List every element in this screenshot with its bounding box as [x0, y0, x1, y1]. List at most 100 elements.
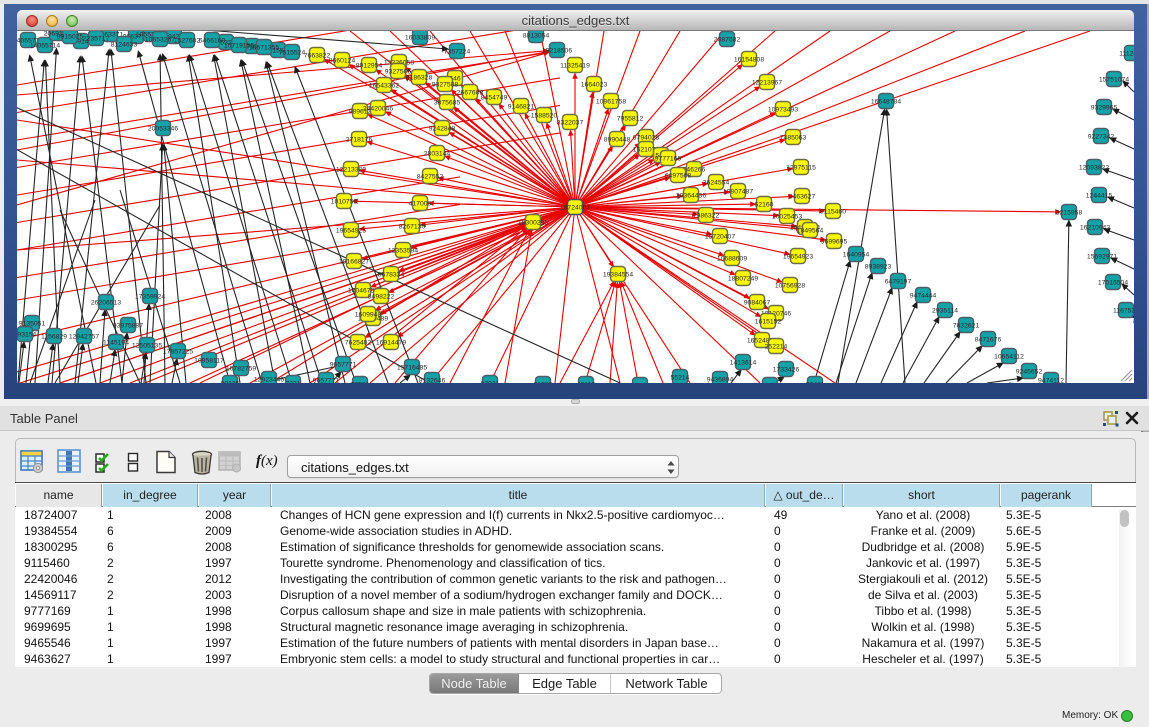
svg-text:12093822: 12093822 — [1079, 164, 1109, 171]
svg-text:73521: 73521 — [351, 381, 370, 383]
svg-text:8813054: 8813054 — [523, 32, 550, 39]
svg-text:7986322: 7986322 — [693, 212, 720, 219]
svg-text:1244415: 1244415 — [1086, 192, 1113, 199]
svg-text:12505135: 12505135 — [132, 342, 162, 349]
svg-text:8660124: 8660124 — [329, 57, 356, 64]
svg-text:16154808: 16154808 — [734, 56, 764, 63]
svg-text:19384554: 19384554 — [603, 271, 633, 278]
svg-text:2087682: 2087682 — [714, 36, 741, 43]
svg-text:8267130: 8267130 — [399, 223, 426, 230]
svg-text:10688609: 10688609 — [717, 255, 747, 262]
svg-text:9329965: 9329965 — [1091, 104, 1118, 111]
svg-text:55214: 55214 — [671, 374, 690, 381]
svg-text:10025453: 10025453 — [772, 213, 802, 220]
svg-text:7955812: 7955812 — [617, 115, 644, 122]
svg-text:9657771: 9657771 — [313, 377, 340, 383]
svg-text:125403: 125403 — [759, 382, 782, 383]
svg-text:417006: 417006 — [409, 200, 432, 207]
svg-text:21393: 21393 — [534, 381, 553, 383]
svg-text:7515524: 7515524 — [279, 49, 306, 56]
svg-text:3624554: 3624554 — [703, 179, 730, 186]
svg-text:10756928: 10756928 — [775, 282, 805, 289]
svg-text:18300295: 18300295 — [518, 219, 548, 226]
svg-text:9146821: 9146821 — [508, 103, 535, 110]
svg-text:7625402: 7625402 — [345, 339, 372, 346]
svg-text:16914479: 16914479 — [376, 339, 406, 346]
svg-text:9436894: 9436894 — [707, 376, 734, 383]
svg-text:8132646: 8132646 — [419, 377, 446, 383]
svg-text:7632621: 7632621 — [953, 322, 980, 329]
svg-text:993154: 993154 — [17, 331, 37, 338]
svg-text:10958117: 10958117 — [194, 357, 224, 364]
svg-text:1010755: 1010755 — [331, 198, 358, 205]
svg-text:9915025: 9915025 — [57, 33, 84, 40]
svg-text:18807249: 18807249 — [728, 275, 758, 282]
svg-text:8990448: 8990448 — [604, 136, 631, 143]
svg-text:9084067: 9084067 — [744, 299, 771, 306]
svg-text:17957225: 17957225 — [163, 348, 193, 355]
svg-text:16543362: 16543362 — [369, 82, 399, 89]
svg-text:19654923: 19654923 — [783, 253, 813, 260]
svg-text:1849564: 1849564 — [797, 227, 824, 234]
svg-text:17016504: 17016504 — [1098, 279, 1128, 286]
svg-text:19166827: 19166827 — [339, 258, 369, 265]
svg-text:9327508: 9327508 — [432, 81, 459, 88]
svg-text:9777169: 9777169 — [655, 155, 682, 162]
svg-text:12923446: 12923446 — [254, 376, 284, 383]
svg-text:8124633: 8124633 — [111, 41, 138, 48]
svg-text:10807487: 10807487 — [723, 188, 753, 195]
svg-text:2718176: 2718176 — [346, 136, 373, 143]
svg-text:6466160: 6466160 — [199, 37, 226, 44]
svg-text:8427552: 8427552 — [417, 173, 444, 180]
svg-text:9227342: 9227342 — [1088, 133, 1115, 140]
svg-text:7663822: 7663822 — [304, 52, 331, 59]
svg-text:2235717: 2235717 — [83, 35, 110, 42]
svg-text:8471676: 8471676 — [975, 336, 1002, 343]
svg-text:8938923: 8938923 — [865, 263, 892, 270]
svg-text:20053346: 20053346 — [148, 125, 178, 132]
svg-text:17359924: 17359924 — [135, 293, 165, 300]
svg-text:9474112: 9474112 — [1038, 377, 1064, 383]
svg-text:12213967: 12213967 — [752, 79, 782, 86]
svg-text:2803144: 2803144 — [424, 150, 451, 157]
svg-text:1733426: 1733426 — [773, 366, 800, 373]
svg-text:12942757: 12942757 — [69, 333, 99, 340]
svg-text:3875685: 3875685 — [434, 99, 461, 106]
svg-text:20364436: 20364436 — [676, 192, 706, 199]
svg-text:1664023: 1664023 — [581, 81, 608, 88]
svg-text:8498222: 8498222 — [368, 293, 395, 300]
svg-text:10654112: 10654112 — [994, 353, 1024, 360]
svg-text:1615152: 1615152 — [755, 318, 782, 325]
svg-text:7357224: 7357224 — [444, 48, 471, 55]
svg-text:93975887: 93975887 — [113, 322, 143, 329]
svg-text:1156829: 1156829 — [41, 333, 67, 340]
svg-text:10973493: 10973493 — [768, 106, 798, 113]
svg-text:19218506: 19218506 — [542, 47, 572, 54]
svg-text:16648784: 16648784 — [871, 98, 901, 105]
svg-text:9115460: 9115460 — [820, 208, 846, 215]
svg-text:8454749: 8454749 — [481, 94, 508, 101]
svg-text:1527602: 1527602 — [174, 37, 201, 44]
svg-text:2935114: 2935114 — [932, 307, 958, 314]
svg-text:3215958: 3215958 — [1056, 209, 1083, 216]
svg-text:2667608: 2667608 — [457, 89, 484, 96]
svg-text:252214: 252214 — [765, 343, 788, 350]
svg-text:9474444: 9474444 — [910, 292, 937, 299]
svg-text:16782759: 16782759 — [226, 365, 256, 372]
svg-text:1609948: 1609948 — [355, 311, 382, 318]
svg-text:1145194: 1145194 — [103, 339, 129, 346]
svg-text:8186328: 8186328 — [406, 74, 433, 81]
svg-text:9242848: 9242848 — [429, 125, 456, 132]
svg-text:52411: 52411 — [806, 381, 825, 383]
svg-text:8912954: 8912954 — [356, 62, 383, 69]
svg-text:9657771: 9657771 — [330, 361, 357, 368]
svg-text:9699695: 9699695 — [821, 238, 848, 245]
svg-text:8322037: 8322037 — [557, 119, 584, 126]
svg-text:83921: 83921 — [481, 380, 500, 383]
svg-text:15720407: 15720407 — [705, 233, 735, 240]
svg-text:12213389: 12213389 — [336, 166, 366, 173]
svg-text:16033809: 16033809 — [405, 34, 435, 41]
svg-text:10961758: 10961758 — [596, 98, 626, 105]
svg-text:16671355: 16671355 — [249, 44, 279, 51]
svg-text:12975115: 12975115 — [786, 164, 816, 171]
